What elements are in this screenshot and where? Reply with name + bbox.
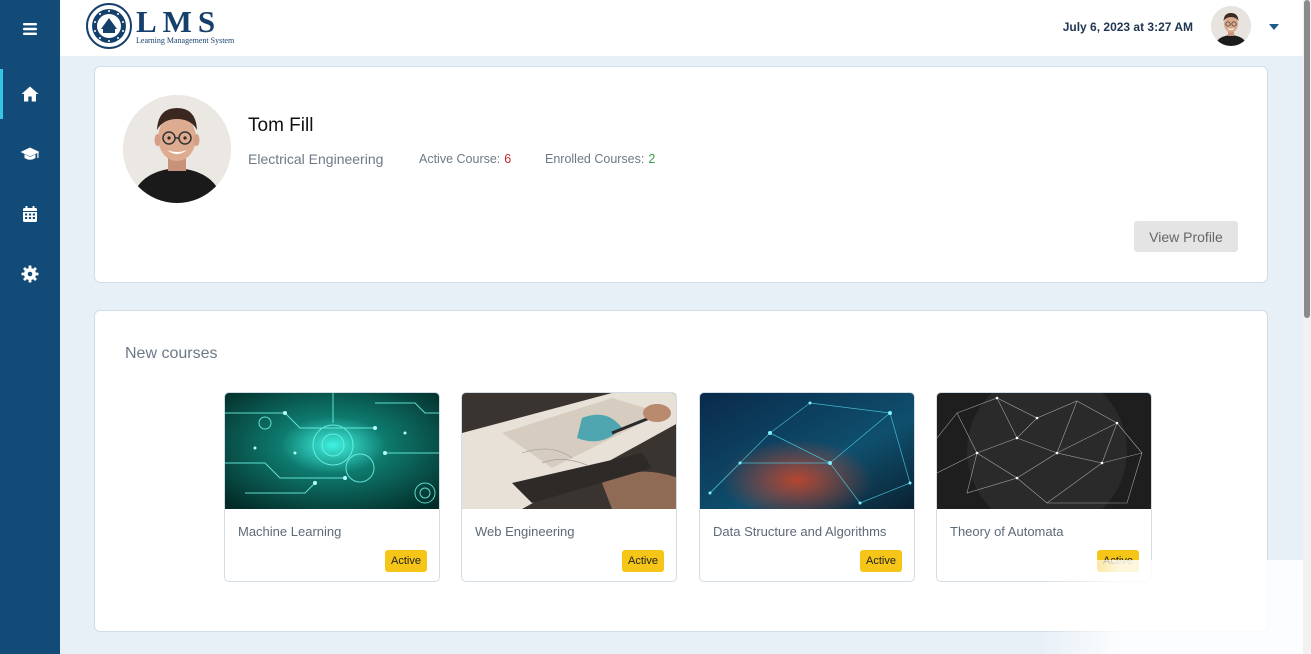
course-thumbnail	[937, 393, 1151, 509]
view-profile-button[interactable]: View Profile	[1134, 221, 1238, 252]
course-thumbnail	[462, 393, 676, 509]
lms-logo[interactable]: LMS Learning Management System	[85, 3, 245, 49]
menu-icon	[23, 23, 37, 35]
course-card-machine-learning[interactable]: Machine Learning Active	[224, 392, 440, 582]
course-thumbnail	[700, 393, 914, 509]
section-title: New courses	[125, 345, 218, 362]
current-datetime: July 6, 2023 at 3:27 AM	[1062, 20, 1193, 34]
active-course-count: 6	[504, 152, 512, 166]
status-badge: Active	[860, 550, 902, 572]
user-avatar[interactable]	[1211, 6, 1251, 46]
sidebar-item-courses[interactable]	[0, 129, 60, 179]
profile-photo-image	[123, 95, 231, 203]
gear-icon	[21, 265, 39, 283]
course-title: Machine Learning	[238, 524, 342, 539]
course-card-theory-of-automata[interactable]: Theory of Automata Active	[936, 392, 1152, 582]
profile-photo	[123, 95, 231, 203]
enrolled-courses-label: Enrolled Courses:	[545, 152, 645, 166]
active-course-label: Active Course:	[419, 152, 501, 166]
profile-department: Electrical Engineering	[248, 151, 384, 167]
course-title: Web Engineering	[475, 524, 575, 539]
enrolled-courses-count: 2	[648, 152, 656, 166]
status-badge: Active	[622, 550, 664, 572]
enrolled-courses-stat: Enrolled Courses: 2	[545, 152, 655, 166]
scrollbar-thumb[interactable]	[1304, 0, 1310, 318]
sidebar	[0, 0, 60, 654]
graduation-cap-icon	[20, 147, 40, 160]
sidebar-item-calendar[interactable]	[0, 189, 60, 239]
course-title: Theory of Automata	[950, 524, 1064, 539]
calendar-icon	[23, 206, 37, 222]
course-thumbnail	[225, 393, 439, 509]
new-courses-card: New courses Machine Learning Active Web …	[94, 310, 1268, 632]
top-header: LMS Learning Management System July 6, 2…	[60, 0, 1303, 56]
profile-card: Tom Fill Electrical Engineering Active C…	[94, 66, 1268, 283]
menu-toggle-button[interactable]	[0, 4, 60, 54]
user-avatar-image	[1211, 6, 1251, 46]
active-course-stat: Active Course: 6	[419, 152, 511, 166]
course-card-data-structure-and-algorithms[interactable]: Data Structure and Algorithms Active	[699, 392, 915, 582]
sidebar-item-home[interactable]	[0, 69, 60, 119]
status-badge: Active	[1097, 550, 1139, 572]
sidebar-item-settings[interactable]	[0, 249, 60, 299]
home-icon	[21, 86, 39, 102]
chevron-down-icon[interactable]	[1269, 24, 1279, 30]
status-badge: Active	[385, 550, 427, 572]
profile-name: Tom Fill	[248, 115, 314, 136]
course-card-web-engineering[interactable]: Web Engineering Active	[461, 392, 677, 582]
logo-subtitle: Learning Management System	[136, 36, 235, 45]
course-title: Data Structure and Algorithms	[713, 524, 887, 539]
page-scrollbar[interactable]	[1303, 0, 1311, 654]
university-seal-icon	[86, 3, 132, 49]
